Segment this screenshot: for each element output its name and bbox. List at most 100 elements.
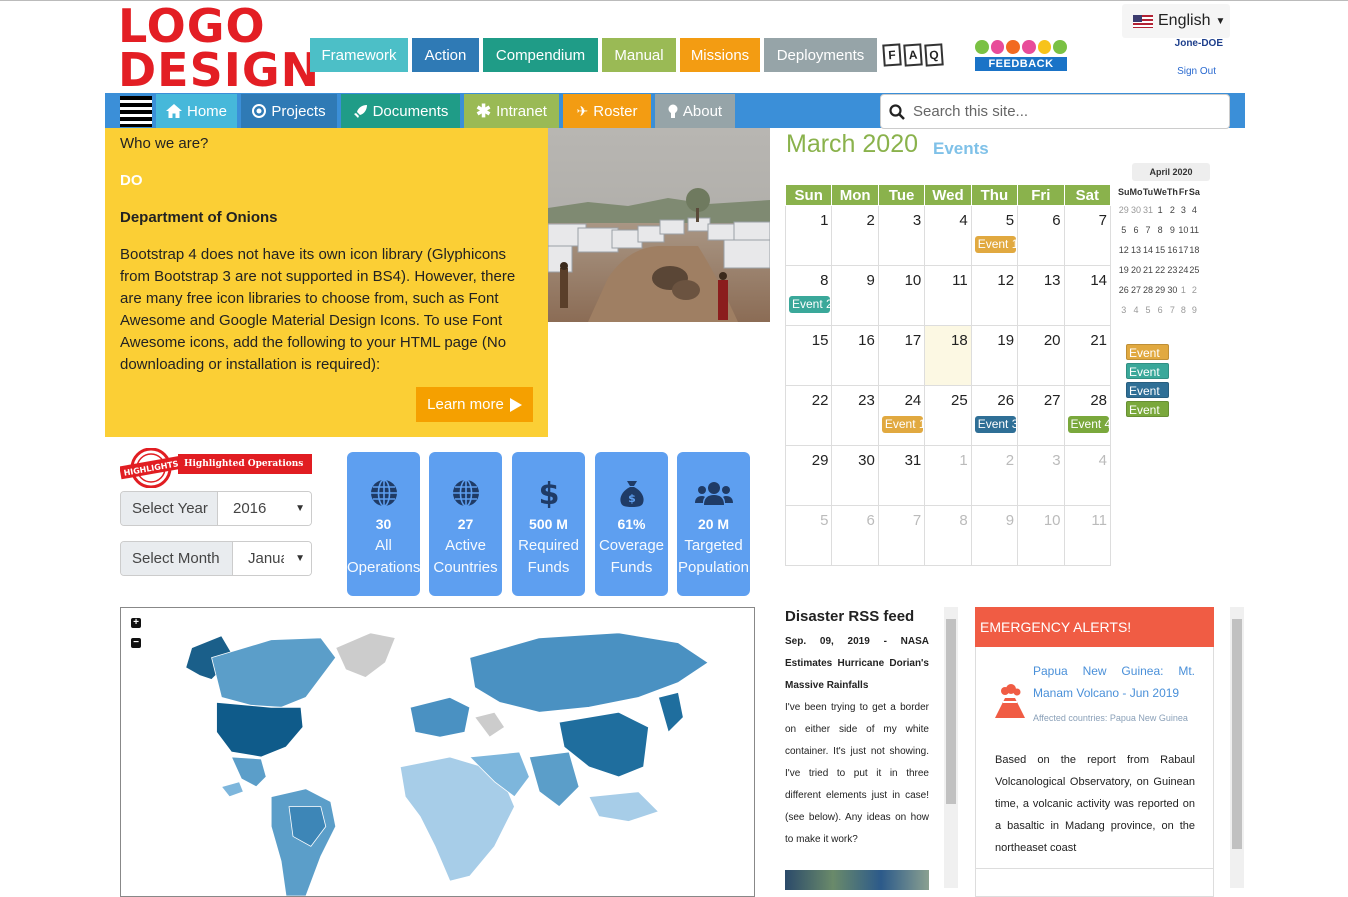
calendar-day[interactable]: 20 [1017,325,1065,386]
mini-calendar-day[interactable]: 22 [1154,260,1167,280]
nav-compendium[interactable]: Compendium [483,38,598,72]
nav-home[interactable]: Home [156,94,237,128]
mini-calendar-day[interactable]: 8 [1178,300,1189,320]
calendar-day[interactable]: 15 [784,325,833,386]
mini-calendar-day[interactable]: 10 [1178,220,1189,240]
mini-calendar-day[interactable]: 17 [1178,240,1189,260]
calendar-day[interactable]: 3 [1017,445,1065,506]
mini-calendar-day[interactable]: 30 [1167,280,1178,300]
mini-calendar-day[interactable]: 6 [1130,220,1143,240]
feedback-button[interactable]: FEEDBACK [975,40,1068,72]
language-dropdown[interactable]: English ▼ [1122,4,1230,38]
logo[interactable]: LOGO DESIGN [118,3,319,94]
mini-calendar-day[interactable]: 5 [1143,300,1154,320]
rss-item-title[interactable]: Sep. 09, 2019 - NASA Estimates Hurricane… [785,631,929,697]
faq-button[interactable]: F A Q [882,43,968,70]
mini-calendar-day[interactable]: 19 [1118,260,1130,280]
calendar-day[interactable]: 5 Event 1 [970,205,1019,266]
calendar-day[interactable]: 10 [1017,505,1065,566]
mini-calendar-day[interactable]: 1 [1154,200,1167,220]
mini-calendar-day[interactable]: 12 [1118,240,1130,260]
mini-calendar-day[interactable]: 7 [1143,220,1154,240]
rss-scrollbar[interactable] [944,607,958,888]
calendar-day[interactable]: 8 [924,505,972,566]
mini-calendar-day[interactable]: 14 [1143,240,1154,260]
mini-calendar-day[interactable]: 8 [1154,220,1167,240]
nav-intranet[interactable]: ✱ Intranet [464,94,559,128]
calendar-day[interactable]: 7 [1063,205,1112,266]
calendar-day[interactable]: 19 [970,325,1019,386]
nav-missions[interactable]: Missions [680,38,760,72]
calendar-day[interactable]: 2 [831,205,879,266]
calendar-day[interactable]: 29 [784,445,833,506]
mini-calendar-day[interactable]: 6 [1154,300,1167,320]
user-name[interactable]: Jone-DOE [1150,38,1223,49]
search-box[interactable] [880,94,1230,129]
mini-calendar-day[interactable]: 31 [1143,200,1154,220]
mini-calendar-day[interactable]: 2 [1167,200,1178,220]
calendar-day[interactable]: 31 [877,445,926,506]
nav-action[interactable]: Action [412,38,479,72]
mini-calendar-day[interactable]: 25 [1189,260,1200,280]
event-legend-item[interactable]: Event 1 [1126,344,1169,376]
mini-calendar-day[interactable]: 4 [1130,300,1143,320]
calendar-day[interactable]: 4 [1063,445,1112,506]
stat-card-countries[interactable]: 27 Active Countries [429,452,502,596]
mini-calendar-day[interactable]: 15 [1154,240,1167,260]
calendar-day[interactable]: 28 Event 4 [1063,385,1112,446]
mini-calendar-day[interactable]: 23 [1167,260,1178,280]
mini-calendar-day[interactable]: 16 [1167,240,1178,260]
mini-calendar-day[interactable]: 1 [1178,280,1189,300]
calendar-day[interactable]: 2 [970,445,1019,506]
calendar-event[interactable]: Event 1 [881,416,923,433]
alert-title-link[interactable]: Papua New Guinea: Mt. Manam Volcano - Ju… [1033,660,1195,704]
alerts-scrollbar[interactable] [1230,607,1244,888]
hamburger-menu-icon[interactable] [120,96,152,127]
mini-calendar-day[interactable]: 26 [1118,280,1130,300]
calendar-event[interactable]: Event 4 [1067,416,1109,433]
nav-roster[interactable]: ✈ Roster [563,94,651,128]
month-select[interactable]: January ▼ [233,542,311,575]
mini-calendar-day[interactable]: 30 [1130,200,1143,220]
mini-calendar-day[interactable]: 28 [1143,280,1154,300]
search-input[interactable] [913,103,1213,120]
event-legend-item[interactable]: Event 3 [1126,382,1169,414]
mini-calendar-day[interactable]: 20 [1130,260,1143,280]
nav-manual[interactable]: Manual [602,38,676,72]
scrollbar-thumb[interactable] [946,619,956,804]
learn-more-button[interactable]: Learn more [416,387,533,422]
calendar-day[interactable]: 1 [924,445,972,506]
calendar-day[interactable]: 7 [877,505,926,566]
event-legend-item[interactable]: Event 4 [1126,401,1169,433]
calendar-day[interactable]: 4 [924,205,972,266]
mini-calendar-day[interactable]: 3 [1118,300,1130,320]
calendar-event[interactable]: Event 3 [974,416,1016,433]
map-zoom-in-button[interactable]: + [131,618,141,628]
calendar-day[interactable]: 16 [831,325,879,386]
mini-calendar-day[interactable]: 9 [1167,220,1178,240]
year-select[interactable]: 2016 ▼ [218,492,311,525]
calendar-day[interactable]: 3 [877,205,926,266]
nav-projects[interactable]: Projects [241,94,337,128]
mini-calendar-day[interactable]: 29 [1118,200,1130,220]
calendar-event[interactable]: Event 2 [789,296,830,313]
mini-calendar-day[interactable]: 5 [1118,220,1130,240]
calendar-day[interactable]: 10 [877,265,926,326]
calendar-day[interactable]: 1 [784,205,833,266]
nav-deployments[interactable]: Deployments [764,38,877,72]
calendar-day[interactable]: 9 [831,265,879,326]
calendar-day[interactable]: 21 [1063,325,1112,386]
calendar-day[interactable]: 8 Event 2 [784,265,833,326]
stat-card-operations[interactable]: 30 All Operations [347,452,420,596]
mini-calendar-day[interactable]: 24 [1178,260,1189,280]
mini-calendar-day[interactable]: 9 [1189,300,1200,320]
mini-calendar-day[interactable]: 3 [1178,200,1189,220]
stat-card-required-funds[interactable]: $ 500 M Required Funds [512,452,585,596]
calendar-day[interactable]: 11 [924,265,972,326]
mini-calendar-day[interactable]: 4 [1189,200,1200,220]
world-map[interactable] [120,607,755,897]
calendar-day[interactable]: 24 Event 1 [877,385,926,446]
calendar-day[interactable]: 6 [1017,205,1065,266]
rss-item[interactable]: Sep. 09, 2019 - NASA Estimates Hurricane… [785,631,929,851]
calendar-day[interactable]: 14 [1063,265,1112,326]
